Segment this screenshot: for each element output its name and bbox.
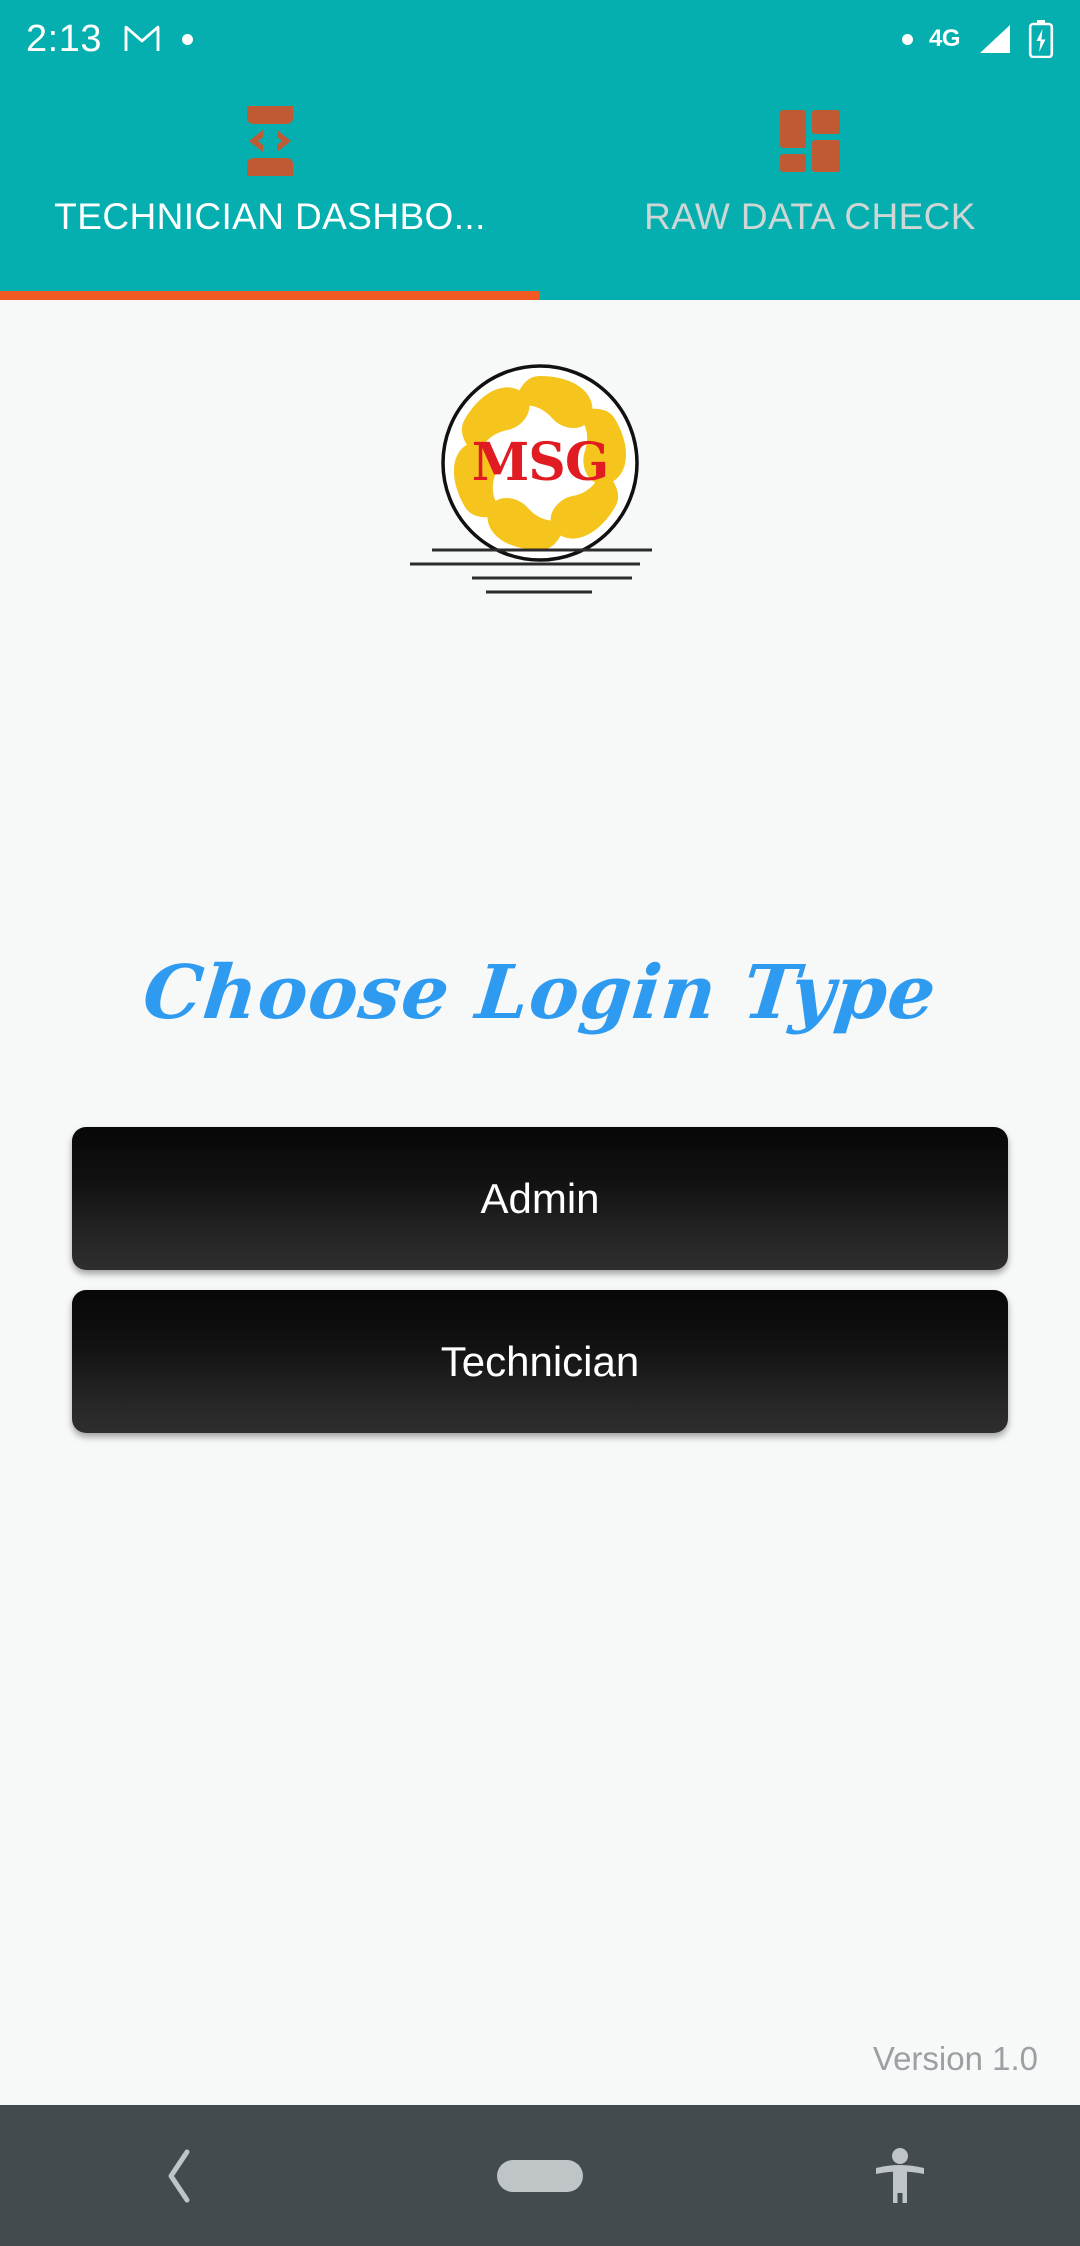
developer-mode-icon <box>239 104 301 178</box>
nav-accessibility-button[interactable] <box>720 2105 1080 2246</box>
tab-raw-data-check[interactable]: RAW DATA CHECK <box>540 78 1080 300</box>
network-type-label: 4G <box>928 25 961 52</box>
msg-logo-icon: MSG <box>410 364 652 594</box>
tab-bar: TECHNICIAN DASHBO... RAW DATA CHECK <box>0 78 1080 300</box>
gmail-icon <box>124 24 160 54</box>
status-bar-right: 4G <box>901 20 1054 58</box>
page-title: Choose Login Type <box>139 950 941 1036</box>
svg-text:MSG: MSG <box>472 432 609 493</box>
tab-active-indicator <box>0 291 540 300</box>
accessibility-icon <box>872 2147 928 2205</box>
dashboard-grid-icon <box>778 104 842 178</box>
admin-login-button[interactable]: Admin <box>72 1127 1008 1270</box>
status-bar: 2:13 4G <box>0 0 1080 78</box>
home-pill-icon <box>497 2159 583 2192</box>
status-bar-left: 2:13 <box>26 20 193 58</box>
nav-home-button[interactable] <box>360 2105 720 2246</box>
notification-dot-icon <box>181 33 193 45</box>
tab-technician-dashboard[interactable]: TECHNICIAN DASHBO... <box>0 78 540 300</box>
battery-charging-icon <box>1028 20 1054 58</box>
signal-icon <box>976 23 1012 55</box>
chevron-left-icon <box>163 2146 197 2206</box>
technician-login-button[interactable]: Technician <box>72 1290 1008 1433</box>
nav-back-button[interactable] <box>0 2105 360 2246</box>
tab-list: TECHNICIAN DASHBO... RAW DATA CHECK <box>0 78 1080 300</box>
status-bar-clock: 2:13 <box>26 18 102 60</box>
app-screen: 2:13 4G TECHNICIAN DASHBO... RAW DATA CH… <box>0 0 1080 2246</box>
tab-label: RAW DATA CHECK <box>644 196 976 237</box>
version-label: Version 1.0 <box>872 2040 1038 2077</box>
notification-dot-icon <box>901 33 913 45</box>
app-logo: MSG <box>0 358 1080 598</box>
system-navigation-bar <box>0 2105 1080 2246</box>
tab-label: TECHNICIAN DASHBO... <box>54 196 486 237</box>
